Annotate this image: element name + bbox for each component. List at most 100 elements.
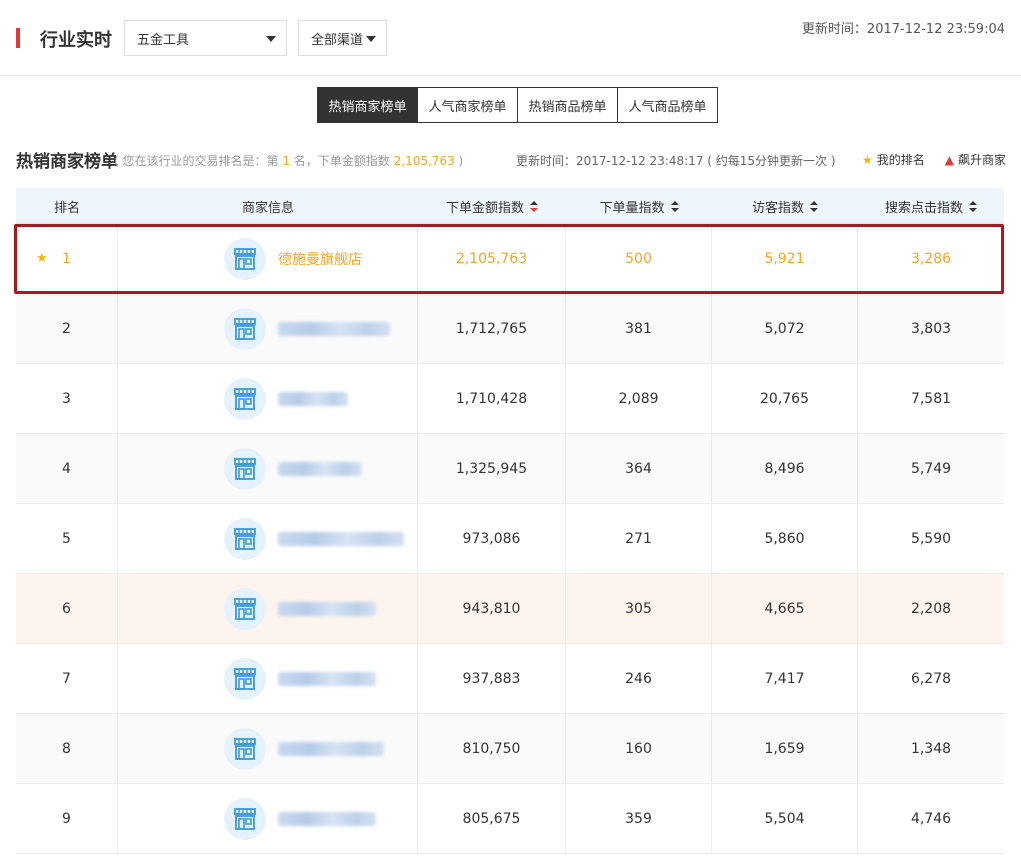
visitors-cell: 20,765 xyxy=(712,364,858,433)
orders-cell: 500 xyxy=(566,224,712,293)
orders-cell: 364 xyxy=(566,434,712,503)
col-search[interactable]: 搜索点击指数 xyxy=(858,188,1004,224)
visitors-value: 20,765 xyxy=(760,390,809,407)
table-row[interactable]: 3 1,710,428 2,089 20,765 7,581 xyxy=(16,364,1004,434)
col-orders[interactable]: 下单量指数 xyxy=(566,188,712,224)
visitors-cell: 5,504 xyxy=(712,784,858,853)
table-row[interactable]: 2 1,712,765 381 5,072 3,803 xyxy=(16,294,1004,364)
merchant-name-blurred xyxy=(278,741,384,756)
tab-hot-merchants[interactable]: 热销商家榜单 xyxy=(317,87,418,123)
table-row[interactable]: ★ 1 德施曼旗舰店 2,105,763 500 5,921 3,286 xyxy=(16,224,1004,294)
rank-value: 8 xyxy=(62,740,71,757)
orders-value: 305 xyxy=(625,600,652,617)
shop-icon-svg xyxy=(234,247,256,270)
shop-icon xyxy=(224,727,266,770)
rank-cell: 4 xyxy=(16,434,118,503)
merchant-name[interactable]: 德施曼旗舰店 xyxy=(278,249,362,269)
table-row[interactable]: 9 805,675 359 5,504 4,746 xyxy=(16,784,1004,854)
rank-value: 4 xyxy=(62,460,71,477)
rank-cell: ★ 1 xyxy=(16,224,118,293)
tab-popular-merchants[interactable]: 人气商家榜单 xyxy=(418,87,518,123)
tab-hot-products[interactable]: 热销商品榜单 xyxy=(518,87,618,123)
visitors-value: 4,665 xyxy=(764,600,805,617)
amount-cell: 943,810 xyxy=(418,574,566,643)
col-merchant-label: 商家信息 xyxy=(241,200,294,216)
search-value: 2,208 xyxy=(910,600,952,617)
tab-popular-products[interactable]: 人气商品榜单 xyxy=(618,87,718,123)
fire-icon: ▲ xyxy=(944,153,954,167)
sort-icon[interactable] xyxy=(969,200,977,212)
merchant-name-blurred xyxy=(278,321,390,336)
industry-select-value: 五金工具 xyxy=(137,32,190,48)
orders-value: 500 xyxy=(625,250,652,267)
search-value: 7,581 xyxy=(910,390,952,407)
visitors-value: 5,921 xyxy=(764,250,805,267)
col-visitors[interactable]: 访客指数 xyxy=(712,188,858,224)
table-row[interactable]: 4 1,325,945 364 8,496 5,749 xyxy=(16,434,1004,504)
merchant-cell[interactable] xyxy=(118,714,418,783)
table-body: ★ 1 德施曼旗舰店 2,105,763 500 5,921 3,286 2 1,712,765… xyxy=(16,224,1004,854)
rank-cell: 6 xyxy=(16,574,118,643)
rank-cell: 5 xyxy=(16,504,118,573)
search-cell: 1,348 xyxy=(858,714,1004,783)
orders-value: 2,089 xyxy=(618,390,659,407)
merchant-cell[interactable]: 德施曼旗舰店 xyxy=(118,224,418,293)
shop-icon-svg xyxy=(234,387,256,410)
table-row[interactable]: 5 973,086 271 5,860 5,590 xyxy=(16,504,1004,574)
rank-note-suffix: ) xyxy=(458,154,464,168)
merchant-cell[interactable] xyxy=(118,504,418,573)
rank-cell: 8 xyxy=(16,714,118,783)
amount-value: 805,675 xyxy=(462,810,521,827)
industry-select[interactable]: 五金工具 xyxy=(124,20,287,56)
visitors-cell: 7,417 xyxy=(712,644,858,713)
shop-icon xyxy=(224,307,266,350)
visitors-cell: 4,665 xyxy=(712,574,858,643)
merchant-name-blurred xyxy=(278,601,376,616)
col-amount[interactable]: 下单金额指数 xyxy=(418,188,566,224)
merchant-cell[interactable] xyxy=(118,784,418,853)
shop-icon-svg xyxy=(234,317,256,340)
amount-value: 937,883 xyxy=(462,670,521,687)
visitors-cell: 5,860 xyxy=(712,504,858,573)
orders-cell: 160 xyxy=(566,714,712,783)
star-icon: ★ xyxy=(36,251,48,266)
merchant-cell[interactable] xyxy=(118,434,418,503)
ranking-tabs: 热销商家榜单 人气商家榜单 热销商品榜单 人气商品榜单 xyxy=(317,87,718,123)
rank-value: 5 xyxy=(62,530,71,547)
legend: ★ 我的排名 ▲ 飙升商家 xyxy=(862,151,1006,168)
visitors-value: 8,496 xyxy=(764,460,805,477)
amount-cell: 1,710,428 xyxy=(418,364,566,433)
col-search-label: 搜索点击指数 xyxy=(884,200,963,216)
table-row[interactable]: 8 810,750 160 1,659 1,348 xyxy=(16,714,1004,784)
sort-icon[interactable] xyxy=(810,200,818,212)
shop-icon-svg xyxy=(234,667,256,690)
amount-cell: 1,712,765 xyxy=(418,294,566,363)
shop-icon-svg xyxy=(234,457,256,480)
merchant-name-blurred xyxy=(278,391,348,406)
search-value: 1,348 xyxy=(910,740,952,757)
rank-value: 3 xyxy=(62,390,71,407)
table-row[interactable]: 6 943,810 305 4,665 2,208 xyxy=(16,574,1004,644)
table-row[interactable]: 7 937,883 246 7,417 6,278 xyxy=(16,644,1004,714)
rank-amount: 2,105,763 xyxy=(393,154,455,168)
merchant-cell[interactable] xyxy=(118,294,418,363)
caret-down-icon xyxy=(366,36,376,42)
amount-value: 1,710,428 xyxy=(455,390,528,407)
merchant-cell[interactable] xyxy=(118,364,418,433)
amount-value: 810,750 xyxy=(462,740,521,757)
search-value: 5,749 xyxy=(910,460,952,477)
merchant-name-blurred xyxy=(278,461,362,476)
top-bar: 行业实时 五金工具 全部渠道 更新时间：2017-12-12 23:59:04 xyxy=(0,0,1021,76)
rank-note-prefix: ( 您在该行业的交易排名是：第 xyxy=(114,154,279,168)
sort-icon[interactable] xyxy=(530,200,538,212)
visitors-value: 5,072 xyxy=(764,320,805,337)
shop-icon xyxy=(224,237,266,280)
merchant-cell[interactable] xyxy=(118,644,418,713)
merchant-cell[interactable] xyxy=(118,574,418,643)
rank-cell: 7 xyxy=(16,644,118,713)
orders-cell: 2,089 xyxy=(566,364,712,433)
amount-value: 1,712,765 xyxy=(455,320,528,337)
sort-icon[interactable] xyxy=(670,200,679,212)
merchant-name-blurred xyxy=(278,811,376,826)
channel-select[interactable]: 全部渠道 xyxy=(298,20,387,56)
